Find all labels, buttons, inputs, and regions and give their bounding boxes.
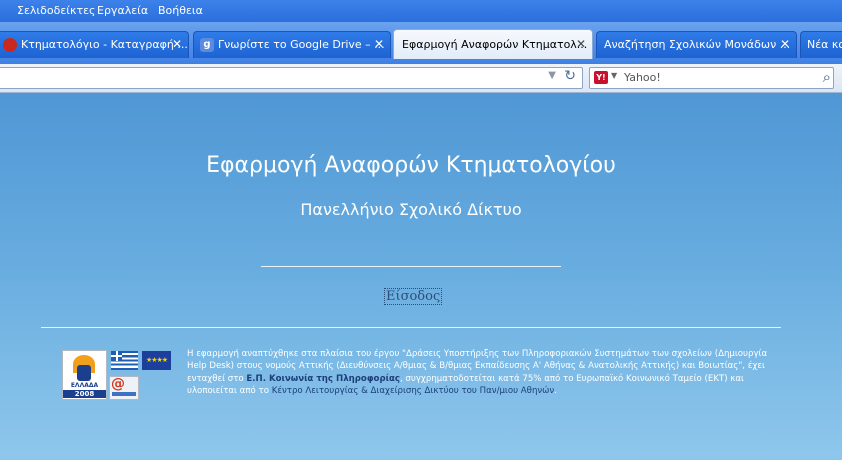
tab-google-drive[interactable]: g Γνωρίστε το Google Drive – ... ✕ (193, 31, 391, 58)
login-link[interactable]: Είσοδος (384, 288, 443, 305)
red-circle-icon (3, 38, 17, 52)
google-g-icon: g (200, 38, 214, 52)
tab-ktimatologio[interactable]: Κτηματολόγιο - Καταγραφή ... ✕ (0, 31, 189, 58)
search-bar[interactable]: Y! ▼ Yahoo! ⌕ (589, 67, 834, 89)
noc-link[interactable]: Κέντρο Λειτουργίας & Διαχείρισης Δικτύου… (272, 386, 555, 396)
close-icon[interactable]: ✕ (374, 37, 384, 51)
figure-icon (77, 365, 91, 381)
tab-anazitisi-scholikon[interactable]: Αναζήτηση Σχολικών Μονάδων ... ✕ (596, 31, 797, 58)
search-icon[interactable]: ⌕ (823, 68, 831, 86)
menu-bookmarks[interactable]: Σελιδοδείκτες (17, 4, 96, 17)
close-icon[interactable]: ✕ (780, 37, 790, 51)
greek-flag-icon (111, 351, 138, 370)
tab-efarmogi-anaforon[interactable]: Εφαρμογή Αναφορών Κτηματολ... ✕ (393, 29, 593, 59)
information-society-link[interactable]: Ε.Π. Κοινωνία της Πληροφορίας (246, 374, 400, 384)
reload-icon[interactable]: ↻ (564, 68, 576, 84)
close-icon[interactable]: ✕ (172, 37, 182, 51)
logo-text: ΕΛΛΑΔΑ (70, 382, 99, 389)
menu-bar: Σελιδοδείκτες Εργαλεία Βοήθεια (0, 0, 842, 22)
search-engine-dropdown-icon[interactable]: ▼ (611, 71, 617, 80)
search-input[interactable]: Yahoo! (624, 71, 661, 84)
divider (41, 327, 781, 328)
page-subtitle: Πανελλήνιο Σχολικό Δίκτυο (300, 200, 522, 219)
divider (261, 266, 561, 267)
yahoo-icon[interactable]: Y! (594, 71, 608, 84)
tab-label: Εφαρμογή Αναφορών Κτηματολ... (402, 38, 588, 51)
tab-label: Αναζήτηση Σχολικών Μονάδων ... (604, 38, 791, 51)
at-sign-icon: @ (111, 376, 125, 392)
tab-label: Γνωρίστε το Google Drive – ... (218, 38, 385, 51)
page-content: Εφαρμογή Αναφορών Κτηματολογίου Πανελλήν… (0, 93, 842, 460)
close-icon[interactable]: ✕ (576, 37, 586, 51)
tab-bar: Κτηματολόγιο - Καταγραφή ... ✕ g Γνωρίστ… (0, 22, 842, 64)
menu-help[interactable]: Βοήθεια (158, 4, 203, 17)
tab-new[interactable]: Νέα καρτ (800, 31, 842, 58)
url-bar[interactable]: ▼ ↻ (0, 67, 583, 89)
logo-year: 2008 (63, 390, 106, 398)
eu-flag-icon: ★★★★ (142, 351, 171, 370)
url-dropdown-icon[interactable]: ▼ (548, 70, 556, 81)
navigation-bar: ▼ ↻ Y! ▼ Yahoo! ⌕ (0, 64, 842, 93)
menu-tools[interactable]: Εργαλεία (97, 4, 148, 17)
tab-label: Κτηματολόγιο - Καταγραφή ... (21, 38, 188, 51)
page-title: Εφαρμογή Αναφορών Κτηματολογίου (206, 153, 616, 178)
information-society-logo: @ (109, 376, 139, 400)
ellada-2008-logo: ΕΛΛΑΔΑ 2008 (62, 350, 107, 400)
funding-notice: Η εφαρμογή αναπτύχθηκε στα πλαίσια του έ… (187, 349, 768, 397)
tab-label: Νέα καρτ (807, 38, 842, 51)
